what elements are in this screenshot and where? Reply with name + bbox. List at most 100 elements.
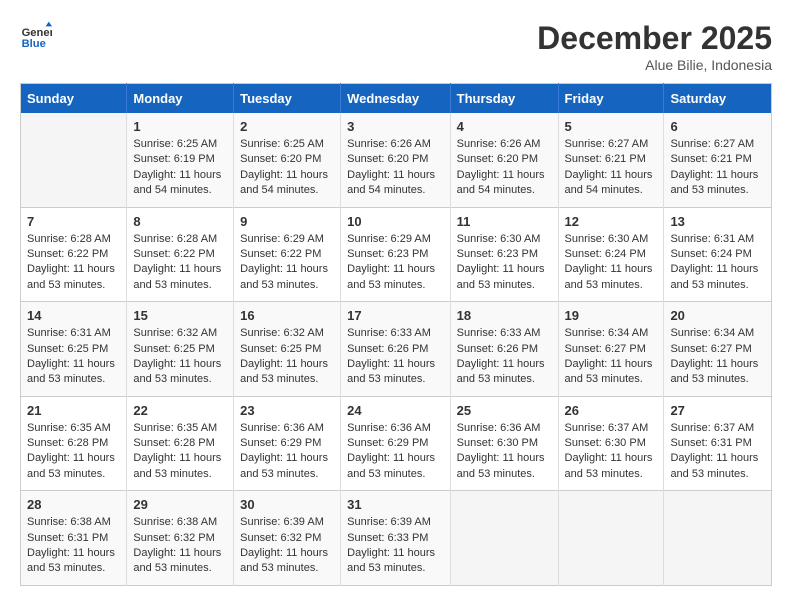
day-info: Sunrise: 6:33 AM Sunset: 6:26 PM Dayligh… bbox=[457, 326, 552, 388]
header-monday: Monday bbox=[127, 84, 234, 114]
logo-icon: General Blue bbox=[20, 20, 52, 52]
day-info: Sunrise: 6:37 AM Sunset: 6:30 PM Dayligh… bbox=[565, 421, 658, 483]
calendar-cell bbox=[450, 491, 558, 586]
calendar-cell: 14 Sunrise: 6:31 AM Sunset: 6:25 PM Dayli… bbox=[21, 302, 127, 397]
calendar-cell: 10Sunrise: 6:29 AM Sunset: 6:23 PM Dayli… bbox=[341, 207, 451, 302]
calendar-cell: 28Sunrise: 6:38 AM Sunset: 6:31 PM Dayli… bbox=[21, 491, 127, 586]
calendar-cell: 26Sunrise: 6:37 AM Sunset: 6:30 PM Dayli… bbox=[558, 396, 664, 491]
calendar-cell bbox=[664, 491, 772, 586]
day-info: Sunrise: 6:32 AM Sunset: 6:25 PM Dayligh… bbox=[240, 326, 334, 388]
calendar-week-row: 28Sunrise: 6:38 AM Sunset: 6:31 PM Dayli… bbox=[21, 491, 772, 586]
calendar-cell: 30 Sunrise: 6:39 AM Sunset: 6:32 PM Dayli… bbox=[234, 491, 341, 586]
day-number: 23 bbox=[240, 403, 334, 418]
calendar-cell: 6 Sunrise: 6:27 AM Sunset: 6:21 PM Daylig… bbox=[664, 113, 772, 207]
calendar-cell: 22Sunrise: 6:35 AM Sunset: 6:28 PM Dayli… bbox=[127, 396, 234, 491]
day-info: Sunrise: 6:25 AM Sunset: 6:20 PM Dayligh… bbox=[240, 137, 334, 199]
calendar-cell: 11Sunrise: 6:30 AM Sunset: 6:23 PM Dayli… bbox=[450, 207, 558, 302]
day-number: 7 bbox=[27, 214, 120, 229]
calendar-cell: 12 Sunrise: 6:30 AM Sunset: 6:24 PM Dayli… bbox=[558, 207, 664, 302]
calendar-cell: 17 Sunrise: 6:33 AM Sunset: 6:26 PM Dayli… bbox=[341, 302, 451, 397]
calendar-week-row: 21 Sunrise: 6:35 AM Sunset: 6:28 PM Dayli… bbox=[21, 396, 772, 491]
day-number: 20 bbox=[670, 308, 765, 323]
day-number: 12 bbox=[565, 214, 658, 229]
day-number: 15 bbox=[133, 308, 227, 323]
calendar-cell: 29 Sunrise: 6:38 AM Sunset: 6:32 PM Dayli… bbox=[127, 491, 234, 586]
day-info: Sunrise: 6:36 AM Sunset: 6:29 PM Dayligh… bbox=[240, 421, 334, 483]
calendar-cell: 5 Sunrise: 6:27 AM Sunset: 6:21 PM Daylig… bbox=[558, 113, 664, 207]
month-year-title: December 2025 bbox=[537, 20, 772, 57]
header-sunday: Sunday bbox=[21, 84, 127, 114]
day-info: Sunrise: 6:35 AM Sunset: 6:28 PM Dayligh… bbox=[27, 421, 120, 483]
day-number: 8 bbox=[133, 214, 227, 229]
day-info: Sunrise: 6:25 AM Sunset: 6:19 PM Dayligh… bbox=[133, 137, 227, 199]
calendar-cell: 20 Sunrise: 6:34 AM Sunset: 6:27 PM Dayli… bbox=[664, 302, 772, 397]
day-info: Sunrise: 6:30 AM Sunset: 6:23 PM Dayligh… bbox=[457, 232, 552, 294]
calendar-cell: 3 Sunrise: 6:26 AM Sunset: 6:20 PM Daylig… bbox=[341, 113, 451, 207]
day-number: 9 bbox=[240, 214, 334, 229]
calendar-cell: 27 Sunrise: 6:37 AM Sunset: 6:31 PM Dayli… bbox=[664, 396, 772, 491]
day-info: Sunrise: 6:30 AM Sunset: 6:24 PM Dayligh… bbox=[565, 232, 658, 294]
day-number: 1 bbox=[133, 119, 227, 134]
day-number: 14 bbox=[27, 308, 120, 323]
calendar-header-row: SundayMondayTuesdayWednesdayThursdayFrid… bbox=[21, 84, 772, 114]
day-info: Sunrise: 6:39 AM Sunset: 6:32 PM Dayligh… bbox=[240, 515, 334, 577]
header-wednesday: Wednesday bbox=[341, 84, 451, 114]
calendar-cell: 21 Sunrise: 6:35 AM Sunset: 6:28 PM Dayli… bbox=[21, 396, 127, 491]
calendar-table: SundayMondayTuesdayWednesdayThursdayFrid… bbox=[20, 83, 772, 586]
day-number: 17 bbox=[347, 308, 444, 323]
day-info: Sunrise: 6:34 AM Sunset: 6:27 PM Dayligh… bbox=[565, 326, 658, 388]
calendar-cell: 25 Sunrise: 6:36 AM Sunset: 6:30 PM Dayli… bbox=[450, 396, 558, 491]
day-info: Sunrise: 6:28 AM Sunset: 6:22 PM Dayligh… bbox=[133, 232, 227, 294]
day-number: 30 bbox=[240, 497, 334, 512]
day-number: 6 bbox=[670, 119, 765, 134]
day-info: Sunrise: 6:36 AM Sunset: 6:29 PM Dayligh… bbox=[347, 421, 444, 483]
day-number: 3 bbox=[347, 119, 444, 134]
day-info: Sunrise: 6:26 AM Sunset: 6:20 PM Dayligh… bbox=[457, 137, 552, 199]
calendar-cell: 31Sunrise: 6:39 AM Sunset: 6:33 PM Dayli… bbox=[341, 491, 451, 586]
day-info: Sunrise: 6:35 AM Sunset: 6:28 PM Dayligh… bbox=[133, 421, 227, 483]
day-number: 25 bbox=[457, 403, 552, 418]
day-info: Sunrise: 6:37 AM Sunset: 6:31 PM Dayligh… bbox=[670, 421, 765, 483]
calendar-cell: 7 Sunrise: 6:28 AM Sunset: 6:22 PM Daylig… bbox=[21, 207, 127, 302]
day-number: 13 bbox=[670, 214, 765, 229]
svg-text:Blue: Blue bbox=[22, 38, 46, 50]
day-info: Sunrise: 6:32 AM Sunset: 6:25 PM Dayligh… bbox=[133, 326, 227, 388]
day-info: Sunrise: 6:34 AM Sunset: 6:27 PM Dayligh… bbox=[670, 326, 765, 388]
day-number: 10 bbox=[347, 214, 444, 229]
page-header: General Blue December 2025 Alue Bilie, I… bbox=[20, 20, 772, 73]
calendar-cell: 24 Sunrise: 6:36 AM Sunset: 6:29 PM Dayli… bbox=[341, 396, 451, 491]
day-number: 5 bbox=[565, 119, 658, 134]
day-number: 28 bbox=[27, 497, 120, 512]
calendar-cell: 8 Sunrise: 6:28 AM Sunset: 6:22 PM Daylig… bbox=[127, 207, 234, 302]
day-info: Sunrise: 6:27 AM Sunset: 6:21 PM Dayligh… bbox=[670, 137, 765, 199]
day-info: Sunrise: 6:29 AM Sunset: 6:22 PM Dayligh… bbox=[240, 232, 334, 294]
calendar-cell: 18 Sunrise: 6:33 AM Sunset: 6:26 PM Dayli… bbox=[450, 302, 558, 397]
day-info: Sunrise: 6:26 AM Sunset: 6:20 PM Dayligh… bbox=[347, 137, 444, 199]
header-thursday: Thursday bbox=[450, 84, 558, 114]
day-number: 19 bbox=[565, 308, 658, 323]
day-number: 27 bbox=[670, 403, 765, 418]
day-info: Sunrise: 6:28 AM Sunset: 6:22 PM Dayligh… bbox=[27, 232, 120, 294]
day-number: 21 bbox=[27, 403, 120, 418]
calendar-cell: 19 Sunrise: 6:34 AM Sunset: 6:27 PM Dayli… bbox=[558, 302, 664, 397]
calendar-cell: 15 Sunrise: 6:32 AM Sunset: 6:25 PM Dayli… bbox=[127, 302, 234, 397]
calendar-cell: 4 Sunrise: 6:26 AM Sunset: 6:20 PM Daylig… bbox=[450, 113, 558, 207]
calendar-cell: 13Sunrise: 6:31 AM Sunset: 6:24 PM Dayli… bbox=[664, 207, 772, 302]
day-info: Sunrise: 6:36 AM Sunset: 6:30 PM Dayligh… bbox=[457, 421, 552, 483]
day-info: Sunrise: 6:31 AM Sunset: 6:25 PM Dayligh… bbox=[27, 326, 120, 388]
day-number: 31 bbox=[347, 497, 444, 512]
calendar-cell: 16 Sunrise: 6:32 AM Sunset: 6:25 PM Dayli… bbox=[234, 302, 341, 397]
calendar-cell: 23 Sunrise: 6:36 AM Sunset: 6:29 PM Dayli… bbox=[234, 396, 341, 491]
header-tuesday: Tuesday bbox=[234, 84, 341, 114]
day-number: 24 bbox=[347, 403, 444, 418]
day-number: 4 bbox=[457, 119, 552, 134]
day-info: Sunrise: 6:38 AM Sunset: 6:32 PM Dayligh… bbox=[133, 515, 227, 577]
calendar-week-row: 14 Sunrise: 6:31 AM Sunset: 6:25 PM Dayli… bbox=[21, 302, 772, 397]
day-info: Sunrise: 6:33 AM Sunset: 6:26 PM Dayligh… bbox=[347, 326, 444, 388]
day-info: Sunrise: 6:27 AM Sunset: 6:21 PM Dayligh… bbox=[565, 137, 658, 199]
day-number: 18 bbox=[457, 308, 552, 323]
calendar-cell: 2Sunrise: 6:25 AM Sunset: 6:20 PM Daylig… bbox=[234, 113, 341, 207]
day-number: 16 bbox=[240, 308, 334, 323]
calendar-cell: 9 Sunrise: 6:29 AM Sunset: 6:22 PM Daylig… bbox=[234, 207, 341, 302]
day-number: 29 bbox=[133, 497, 227, 512]
